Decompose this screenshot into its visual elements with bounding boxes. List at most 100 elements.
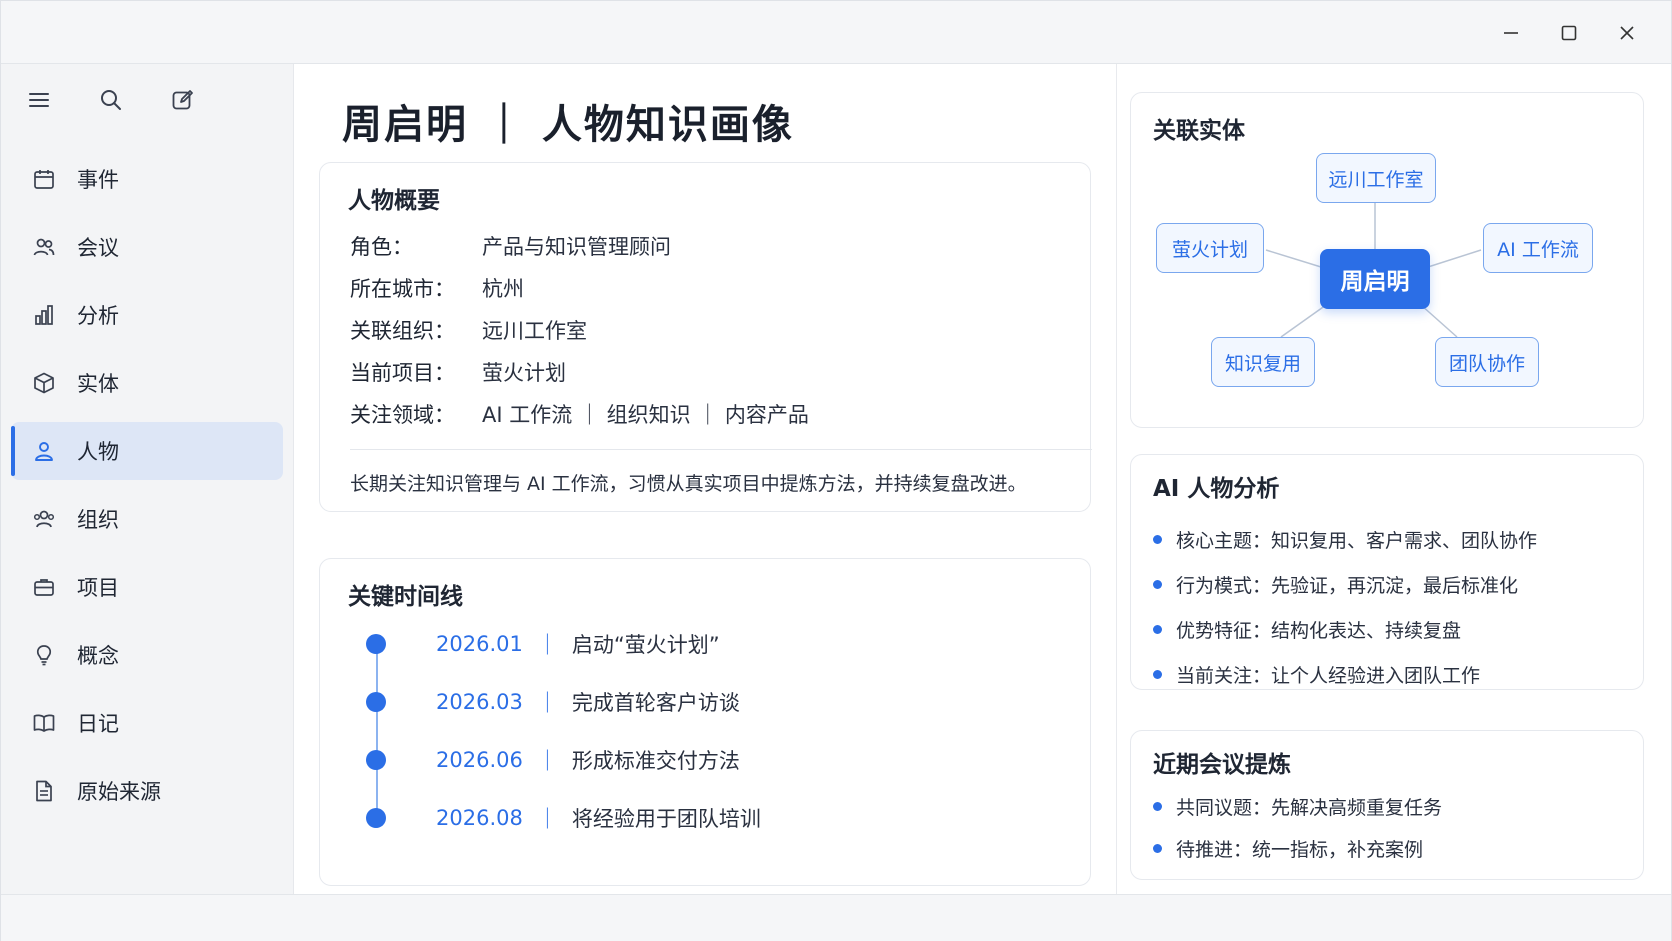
list-item: 优势特征：结构化表达、持续复盘 xyxy=(1153,607,1537,652)
sidebar-item-meetings[interactable]: 会议 xyxy=(11,218,283,276)
profile-row-project: 当前项目： 萤火计划 xyxy=(350,357,566,387)
profile-value: 产品与知识管理顾问 xyxy=(482,235,671,259)
meetings-card-title: 近期会议提炼 xyxy=(1153,752,1291,778)
analysis-card-title: AI 人物分析 xyxy=(1153,476,1280,502)
document-icon xyxy=(31,778,57,804)
sidebar-toolbar xyxy=(25,86,197,114)
sidebar-item-label: 项目 xyxy=(77,576,119,600)
sidebar-item-label: 分析 xyxy=(77,304,119,328)
timeline-dot xyxy=(366,808,386,828)
bullet-dot xyxy=(1153,580,1162,589)
entity-node[interactable]: 团队协作 xyxy=(1435,337,1539,387)
sidebar-item-diary[interactable]: 日记 xyxy=(11,694,283,752)
bullet-dot xyxy=(1153,801,1162,811)
profile-description: 长期关注知识管理与 AI 工作流，习惯从真实项目中提炼方法，并持续复盘改进。 xyxy=(350,473,1027,495)
analysis-text: 行为模式：先验证，再沉淀，最后标准化 xyxy=(1176,575,1519,597)
timeline-date: 2026.03 xyxy=(436,690,523,714)
timeline-event: 2026.03 ｜ 完成首轮客户访谈 xyxy=(366,687,740,717)
timeline-dot xyxy=(366,634,386,654)
close-icon[interactable] xyxy=(1609,17,1645,49)
list-item: 待推进：统一指标，补充案例 xyxy=(1153,827,1442,869)
timeline-text: 将经验用于团队培训 xyxy=(571,807,761,831)
profile-row-organization: 关联组织： 远川工作室 xyxy=(350,315,587,345)
list-item: 核心主题：知识复用、客户需求、团队协作 xyxy=(1153,517,1537,562)
analysis-text: 当前关注：让个人经验进入团队工作 xyxy=(1176,665,1481,687)
timeline-text: 形成标准交付方法 xyxy=(571,749,740,773)
timeline-separator: ｜ xyxy=(536,633,558,657)
timeline-separator: ｜ xyxy=(536,807,558,831)
app-window: 事件 会议 分析 实体 人物 组织 项目 概念 日记 原始来源 周启明 ｜ 人物… xyxy=(0,0,1672,941)
timeline-dot xyxy=(366,750,386,770)
timeline-event: 2026.06 ｜ 形成标准交付方法 xyxy=(366,745,740,775)
lightbulb-icon xyxy=(31,642,57,668)
analysis-card: AI 人物分析 核心主题：知识复用、客户需求、团队协作 行为模式：先验证，再沉淀… xyxy=(1130,454,1644,690)
analysis-list: 核心主题：知识复用、客户需求、团队协作 行为模式：先验证，再沉淀，最后标准化 优… xyxy=(1153,517,1537,697)
entity-center-node[interactable]: 周启明 xyxy=(1320,249,1430,309)
timeline-separator: ｜ xyxy=(536,749,558,773)
briefcase-icon xyxy=(31,574,57,600)
profile-value: AI 工作流 ｜ 组织知识 ｜ 内容产品 xyxy=(482,403,809,427)
entity-node[interactable]: 远川工作室 xyxy=(1316,153,1436,203)
sidebar-item-label: 事件 xyxy=(77,168,119,192)
edit-icon[interactable] xyxy=(169,86,197,114)
analysis-text: 优势特征：结构化表达、持续复盘 xyxy=(1176,620,1462,642)
timeline-text: 完成首轮客户访谈 xyxy=(571,691,740,715)
profile-key: 关联组织： xyxy=(350,319,455,343)
sidebar-item-label: 会议 xyxy=(77,236,119,260)
sidebar-item-label: 日记 xyxy=(77,712,119,736)
profile-divider xyxy=(350,449,1092,450)
sidebar-item-events[interactable]: 事件 xyxy=(11,150,283,208)
entity-node[interactable]: 知识复用 xyxy=(1211,337,1315,387)
profile-row-city: 所在城市： 杭州 xyxy=(350,273,524,303)
profile-card-title: 人物概要 xyxy=(348,188,440,214)
profile-value: 萤火计划 xyxy=(482,361,566,385)
book-icon xyxy=(31,710,57,736)
sidebar-item-people[interactable]: 人物 xyxy=(11,422,283,480)
timeline-card-title: 关键时间线 xyxy=(348,584,463,610)
timeline-date: 2026.08 xyxy=(436,806,523,830)
timeline-separator: ｜ xyxy=(536,691,558,715)
sidebar-item-organizations[interactable]: 组织 xyxy=(11,490,283,548)
list-item: 共同议题：先解决高频重复任务 xyxy=(1153,785,1442,827)
sidebar-item-label: 原始来源 xyxy=(77,780,161,804)
profile-key: 关注领域： xyxy=(350,403,455,427)
analysis-text: 核心主题：知识复用、客户需求、团队协作 xyxy=(1176,530,1538,552)
sidebar-item-label: 概念 xyxy=(77,644,119,668)
entity-node[interactable]: AI 工作流 xyxy=(1483,223,1593,273)
bullet-dot xyxy=(1153,843,1162,853)
menu-icon[interactable] xyxy=(25,86,53,114)
timeline-event: 2026.01 ｜ 启动“萤火计划” xyxy=(366,629,720,659)
title-bar xyxy=(1,1,1671,64)
profile-row-focus: 关注领域： AI 工作流 ｜ 组织知识 ｜ 内容产品 xyxy=(350,399,809,429)
sidebar-item-label: 组织 xyxy=(77,508,119,532)
sidebar-item-entities[interactable]: 实体 xyxy=(11,354,283,412)
timeline-date: 2026.06 xyxy=(436,748,523,772)
meeting-text: 共同议题：先解决高频重复任务 xyxy=(1176,796,1443,819)
sidebar-item-label: 实体 xyxy=(77,372,119,396)
entity-node[interactable]: 萤火计划 xyxy=(1156,223,1264,273)
sidebar-item-analysis[interactable]: 分析 xyxy=(11,286,283,344)
sidebar-item-sources[interactable]: 原始来源 xyxy=(11,762,283,820)
maximize-icon[interactable] xyxy=(1551,17,1587,49)
search-icon[interactable] xyxy=(97,86,125,114)
meetings-list: 共同议题：先解决高频重复任务 待推进：统一指标，补充案例 xyxy=(1153,785,1442,869)
list-item: 当前关注：让个人经验进入团队工作 xyxy=(1153,652,1537,697)
group-icon xyxy=(31,506,57,532)
sidebar-item-label: 人物 xyxy=(77,440,119,464)
profile-row-role: 角色： 产品与知识管理顾问 xyxy=(350,231,671,261)
sidebar-item-projects[interactable]: 项目 xyxy=(11,558,283,616)
timeline-line xyxy=(376,649,378,819)
profile-card: 人物概要 角色： 产品与知识管理顾问 所在城市： 杭州 关联组织： 远川工作室 … xyxy=(319,162,1092,512)
meeting-text: 待推进：统一指标，补充案例 xyxy=(1176,838,1424,861)
calendar-icon xyxy=(31,166,57,192)
profile-key: 所在城市： xyxy=(350,277,455,301)
user-icon xyxy=(31,438,57,464)
sidebar-nav: 事件 会议 分析 实体 人物 组织 项目 概念 日记 原始来源 xyxy=(11,150,283,830)
timeline-card: 关键时间线 2026.01 ｜ 启动“萤火计划” 2026.03 ｜ 完成首轮客… xyxy=(319,558,1091,886)
meetings-card: 近期会议提炼 共同议题：先解决高频重复任务 待推进：统一指标，补充案例 xyxy=(1130,730,1644,880)
sidebar-item-concepts[interactable]: 概念 xyxy=(11,626,283,684)
minimize-icon[interactable] xyxy=(1493,17,1529,49)
bullet-dot xyxy=(1153,670,1162,679)
cube-icon xyxy=(31,370,57,396)
entities-card: 关联实体 远川工作室 萤火计划 AI 工作流 知识复用 团队协作 周启明 xyxy=(1130,92,1644,428)
